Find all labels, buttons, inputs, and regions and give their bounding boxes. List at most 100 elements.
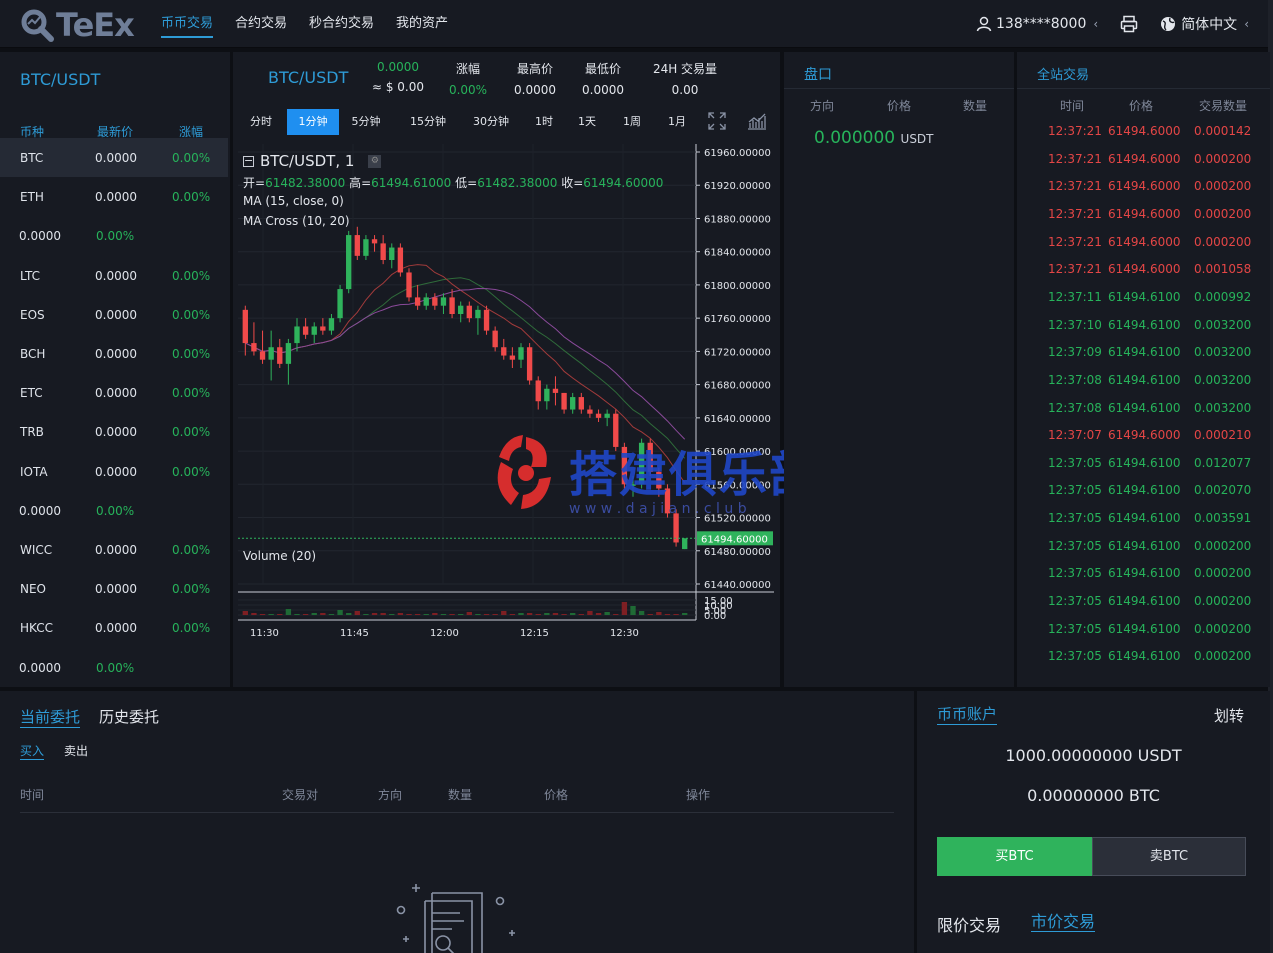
- trade-time: 12:37:05: [1048, 483, 1102, 498]
- nav-spot-trade[interactable]: 币币交易: [150, 0, 224, 48]
- logo[interactable]: TeEx: [20, 6, 135, 44]
- market-change: 0.00%: [172, 190, 211, 205]
- trade-price: 61494.6000: [1108, 124, 1181, 138]
- market-row[interactable]: BCH 0.0000 0.00%: [0, 334, 228, 373]
- watermark-url: w w w . d a j i a n . c l u b: [569, 501, 747, 517]
- ticker-high-label: 最高价: [516, 62, 553, 76]
- timeframe-tab[interactable]: 1周: [617, 109, 647, 135]
- trade-price: 61494.6100: [1108, 455, 1181, 470]
- tab-market-order[interactable]: 市价交易: [1031, 912, 1096, 932]
- volume-bar: [363, 614, 369, 615]
- indicator-chart-icon[interactable]: [747, 112, 767, 134]
- market-row[interactable]: EOS 0.0000 0.00%: [0, 295, 228, 334]
- trade-time: 12:37:08: [1048, 400, 1102, 415]
- nav-my-assets[interactable]: 我的资产: [385, 0, 459, 48]
- col-trade-amount: 交易数量: [1199, 99, 1248, 113]
- market-row[interactable]: 0.0000 0.00%: [0, 216, 228, 255]
- last-price-tag-label: 61494.60000: [701, 534, 768, 545]
- collapse-icon[interactable]: −: [243, 155, 254, 167]
- timeframe-tab[interactable]: 5分钟: [341, 109, 391, 135]
- fullscreen-icon[interactable]: [708, 112, 726, 134]
- timeframe-tab[interactable]: 1分钟: [287, 109, 339, 135]
- filter-sell[interactable]: 卖出: [64, 742, 88, 759]
- trade-amount: 0.000200: [1194, 151, 1252, 166]
- candle-body: [251, 343, 257, 352]
- trade-row: 12:37:21 61494.6000 0.000142: [1017, 122, 1270, 149]
- candle-body: [552, 388, 559, 393]
- timeframe-tab[interactable]: 分时: [245, 109, 277, 135]
- trade-time: 12:37:08: [1048, 372, 1102, 387]
- trade-time: 12:37:05: [1048, 538, 1102, 553]
- market-row[interactable]: NEO 0.0000 0.00%: [0, 569, 228, 608]
- market-row[interactable]: ETC 0.0000 0.00%: [0, 373, 228, 412]
- tab-history-orders[interactable]: 历史委托: [99, 708, 159, 727]
- tab-limit-order[interactable]: 限价交易: [937, 912, 1001, 936]
- user-menu[interactable]: 138****8000 ‹: [976, 16, 1098, 32]
- volume-bar: [380, 613, 386, 615]
- filter-buy[interactable]: 买入: [20, 742, 45, 760]
- study-ma: MA (15, close, 0): [243, 194, 344, 208]
- market-row[interactable]: BTC 0.0000 0.00%: [0, 138, 228, 177]
- logo-text: TeEx: [56, 6, 135, 44]
- ticker-change-label: 涨幅: [455, 62, 480, 76]
- trade-time: 12:37:05: [1048, 594, 1102, 609]
- trade-amount: 0.000200: [1194, 566, 1252, 581]
- candle-body: [259, 351, 266, 360]
- market-row[interactable]: WICC 0.0000 0.00%: [0, 530, 228, 569]
- ohlc-low-label: 低=: [455, 176, 478, 190]
- trade-row: 12:37:05 61494.6100 0.000200: [1017, 537, 1270, 564]
- orderbook-mid-price: 0.000000 USDT: [814, 128, 934, 148]
- market-price: 0.0000: [95, 464, 137, 479]
- timeframe-tab[interactable]: 1时: [531, 109, 557, 135]
- trade-amount: 0.003200: [1194, 400, 1252, 415]
- candle-body: [328, 318, 335, 331]
- trade-row: 12:37:21 61494.6000 0.000200: [1017, 233, 1270, 260]
- trade-row: 12:37:05 61494.6100 0.002070: [1017, 481, 1270, 508]
- market-row[interactable]: TRB 0.0000 0.00%: [0, 412, 228, 451]
- ticker-low-label: 最低价: [584, 62, 621, 76]
- market-row[interactable]: 0.0000 0.00%: [0, 491, 228, 530]
- timeframe-tab[interactable]: 1月: [663, 109, 691, 135]
- settings-gear-icon[interactable]: ⚙: [368, 154, 382, 168]
- volume-bar: [630, 606, 636, 615]
- market-row[interactable]: HKCC 0.0000 0.00%: [0, 608, 228, 647]
- market-row[interactable]: 0.0000 0.00%: [0, 648, 228, 687]
- ticker-volume: 24H 交易量 0.00: [645, 60, 725, 97]
- transfer-link[interactable]: 划转: [1214, 705, 1244, 726]
- nav-second-contract[interactable]: 秒合约交易: [298, 0, 385, 48]
- sell-btc-button[interactable]: 卖BTC: [1092, 837, 1246, 876]
- ticker-change: 涨幅 0.00%: [438, 60, 498, 97]
- col-time: 时间: [1060, 99, 1085, 113]
- candle-body: [483, 309, 490, 331]
- timeframe-tab[interactable]: 30分钟: [467, 109, 515, 135]
- spot-account-title[interactable]: 币币账户: [937, 705, 998, 725]
- price-tick-label: 61960.00000: [704, 148, 771, 159]
- divider: [784, 88, 1014, 89]
- download-app[interactable]: [1120, 15, 1138, 33]
- market-row[interactable]: ETH 0.0000 0.00%: [0, 177, 228, 216]
- market-row[interactable]: LTC 0.0000 0.00%: [0, 256, 228, 295]
- timeframe-tab[interactable]: 15分钟: [405, 109, 451, 135]
- price-tick-label: 61760.00000: [704, 314, 771, 325]
- ticker-last-usd: ≈ $ 0.00: [371, 80, 425, 94]
- candle-body: [354, 235, 360, 256]
- market-change: 0.00%: [172, 621, 211, 636]
- buy-btc-button[interactable]: 买BTC: [937, 837, 1092, 876]
- candle-body: [595, 413, 602, 418]
- trade-time: 12:37:21: [1048, 206, 1102, 221]
- trade-amount: 0.000210: [1194, 428, 1252, 443]
- volume-bar: [294, 614, 300, 615]
- candle-body: [320, 326, 326, 331]
- timeframe-tab[interactable]: 1天: [573, 109, 601, 135]
- time-tick-label: 12:00: [430, 628, 459, 639]
- tab-current-orders[interactable]: 当前委托: [20, 708, 81, 728]
- market-coin: LTC: [20, 268, 41, 283]
- candle-body: [501, 347, 507, 356]
- volume-bar: [535, 614, 541, 615]
- divider: [20, 812, 894, 813]
- language-menu[interactable]: 简体中文 ‹: [1160, 14, 1249, 34]
- market-price: 0.0000: [95, 151, 137, 165]
- market-coin: NEO: [20, 582, 47, 597]
- nav-contract-trade[interactable]: 合约交易: [224, 0, 298, 48]
- market-row[interactable]: IOTA 0.0000 0.00%: [0, 452, 228, 491]
